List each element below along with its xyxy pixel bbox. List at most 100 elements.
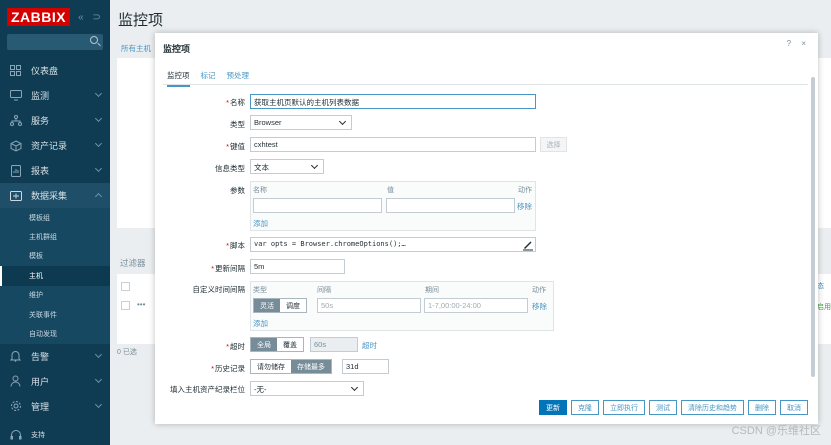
dashboard-icon: [9, 64, 22, 77]
inventory-label: 填入主机资产纪录栏位: [170, 385, 245, 394]
execute-now-button[interactable]: 立即执行: [603, 400, 645, 415]
inventory-select[interactable]: -无-: [250, 381, 364, 396]
menu-reports[interactable]: 报表: [0, 158, 110, 183]
timeout-global-option[interactable]: 全局: [251, 338, 277, 351]
data-collection-icon: [9, 189, 22, 202]
param-name-input[interactable]: [253, 198, 382, 213]
custom-add-link[interactable]: 添加: [253, 318, 268, 329]
history-input[interactable]: 31d: [342, 359, 389, 374]
dialog-help-close-icons[interactable]: ? ×: [787, 39, 810, 48]
timeout-link[interactable]: 超时: [362, 340, 377, 351]
select-all-checkbox[interactable]: [121, 282, 130, 291]
timeout-override-option[interactable]: 覆盖: [277, 338, 303, 351]
zabbix-logo[interactable]: ZABBIX: [7, 8, 71, 26]
reports-icon: [9, 164, 22, 177]
custom-col-type: 类型: [253, 287, 267, 294]
menu-support[interactable]: 支持: [0, 423, 110, 445]
menu-users[interactable]: 用户: [0, 369, 110, 394]
submenu-item-maintenance[interactable]: 维护: [0, 286, 110, 305]
menu-label: 仪表盘: [31, 66, 59, 76]
history-store-up-to-option[interactable]: 存储最多: [291, 360, 331, 373]
row-menu-icon[interactable]: •••: [137, 300, 145, 309]
search-icon[interactable]: [90, 36, 98, 44]
chevron-down-icon: [350, 383, 359, 392]
collapse-sidebar-icon[interactable]: « ⊃: [78, 12, 104, 23]
param-remove-link[interactable]: 移除: [517, 201, 532, 212]
logo-row: ZABBIX « ⊃: [0, 0, 110, 34]
watermark: CSDN @乐维社区: [731, 425, 821, 437]
custom-remove-link[interactable]: 移除: [532, 301, 547, 312]
interval-input[interactable]: 5m: [250, 259, 345, 274]
breadcrumb[interactable]: 所有主机: [121, 43, 151, 54]
cancel-button[interactable]: 取消: [780, 400, 808, 415]
filter-label[interactable]: 过滤器: [120, 257, 146, 269]
sidebar-search-input[interactable]: [7, 34, 103, 50]
info-type-label: 信息类型: [215, 164, 245, 173]
menu-label: 数据采集: [31, 191, 68, 201]
custom-interval-input[interactable]: 50s: [317, 298, 421, 313]
custom-intervals-label: 自定义时间间隔: [192, 285, 246, 294]
submenu-item-event-correlation[interactable]: 关联事件: [0, 305, 110, 324]
menu-alerts[interactable]: 告警: [0, 344, 110, 369]
history-toggle: 请勿储存 存储最多: [250, 359, 332, 374]
history-do-not-store-option[interactable]: 请勿储存: [251, 360, 291, 373]
inventory-icon: [9, 139, 22, 152]
custom-period-input[interactable]: 1-7,00:00-24:00: [424, 298, 528, 313]
chevron-down-icon: [94, 114, 103, 123]
edit-pencil-icon[interactable]: [521, 238, 535, 252]
menu-inventory[interactable]: 资产记录: [0, 133, 110, 158]
services-icon: [9, 114, 22, 127]
menu-services[interactable]: 服务: [0, 108, 110, 133]
key-input[interactable]: cxhtest: [250, 137, 536, 152]
user-icon: [9, 375, 22, 388]
clone-button[interactable]: 克隆: [571, 400, 599, 415]
row-checkbox[interactable]: [121, 301, 130, 310]
menu-monitoring[interactable]: 监测: [0, 83, 110, 108]
interval-label: *更新间隔: [211, 264, 245, 273]
menu-label: 管理: [31, 401, 50, 412]
type-label: 类型: [230, 120, 245, 129]
custom-col-period: 期间: [425, 287, 439, 294]
monitor-icon: [9, 89, 22, 102]
param-add-link[interactable]: 添加: [253, 218, 268, 229]
update-button[interactable]: 更新: [539, 400, 567, 415]
custom-col-interval: 间隔: [317, 287, 331, 294]
chevron-down-icon: [94, 139, 103, 148]
submenu-item-template-groups[interactable]: 模板组: [0, 208, 110, 227]
submenu-item-discovery[interactable]: 自动发现: [0, 324, 110, 343]
custom-type-toggle: 灵活 调度: [253, 298, 307, 313]
chevron-down-icon: [94, 350, 103, 358]
params-col-action: 动作: [518, 187, 532, 194]
name-label: *名称: [226, 98, 245, 107]
info-type-select[interactable]: 文本: [250, 159, 324, 174]
submenu-data-collection: 模板组 主机群组 模板 主机 维护 关联事件 自动发现: [0, 208, 110, 344]
submenu-item-hosts[interactable]: 主机: [0, 266, 110, 286]
script-input[interactable]: var opts = Browser.chromeOptions();…: [250, 237, 536, 252]
timeout-input[interactable]: 60s: [310, 337, 358, 352]
item-edit-dialog: 监控项 ? × 监控项 标记 预处理 *名称 获取主机页默认的主机列表数据 类型…: [155, 33, 818, 424]
dialog-scrollbar[interactable]: [811, 77, 815, 377]
status-column-header[interactable]: 态: [817, 281, 824, 291]
clear-history-button[interactable]: 清除历史和趋势: [681, 400, 744, 415]
delete-button[interactable]: 删除: [748, 400, 776, 415]
status-enabled[interactable]: 启用: [817, 302, 831, 312]
params-col-name: 名称: [253, 187, 267, 194]
page-title: 监控项: [118, 12, 164, 29]
support-icon: [9, 429, 22, 442]
submenu-item-host-groups[interactable]: 主机群组: [0, 227, 110, 246]
submenu-item-templates[interactable]: 模板: [0, 247, 110, 266]
test-button[interactable]: 测试: [649, 400, 677, 415]
scheduling-option[interactable]: 调度: [280, 299, 306, 312]
menu-dashboard[interactable]: 仪表盘: [0, 58, 110, 83]
key-label: *键值: [226, 142, 245, 151]
tab-divider: [163, 84, 808, 85]
gear-icon: [9, 400, 22, 413]
name-input[interactable]: 获取主机页默认的主机列表数据: [250, 94, 536, 109]
menu-administration[interactable]: 管理: [0, 394, 110, 419]
flexible-option[interactable]: 灵活: [254, 299, 280, 312]
menu-data-collection[interactable]: 数据采集: [0, 183, 110, 208]
chevron-down-icon: [310, 161, 319, 170]
type-select[interactable]: Browser: [250, 115, 352, 130]
param-value-input[interactable]: [386, 198, 515, 213]
select-key-button[interactable]: 选择: [540, 137, 567, 152]
